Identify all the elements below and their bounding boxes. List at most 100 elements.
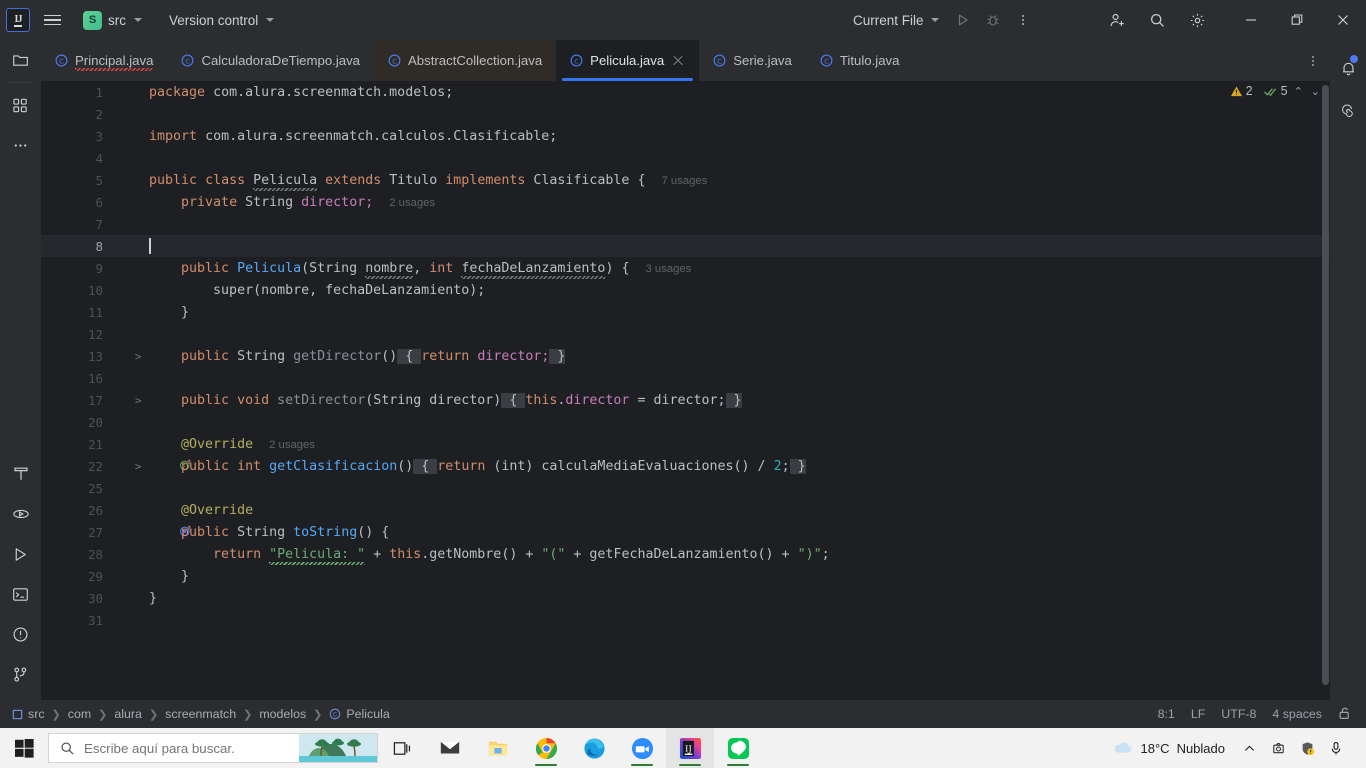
task-view-icon [393, 741, 410, 755]
code-line: 29 } [41, 565, 1330, 587]
taskbar-microsoft-edge[interactable] [570, 728, 618, 768]
line-number: 6 [95, 194, 103, 210]
windows-start-icon[interactable] [0, 728, 48, 768]
line-number: 12 [88, 326, 103, 342]
gear-icon[interactable] [1180, 6, 1214, 34]
intellij-logo-text: IJ [13, 13, 23, 27]
editor-tab-titulo[interactable]: C Titulo.java [806, 40, 914, 81]
warning-count[interactable]: 2 [1230, 84, 1253, 98]
debug-button[interactable] [979, 6, 1007, 34]
taskbar-google-chrome[interactable] [522, 728, 570, 768]
usages-hint[interactable]: 7 usages [662, 175, 708, 187]
sidebar-item-run[interactable] [0, 534, 41, 574]
editor-tab-label: Titulo.java [839, 53, 900, 68]
code-editor[interactable]: 1 package com.alura.screenmatch.modelos;… [41, 81, 1330, 700]
taskbar-intellij-idea[interactable]: IJ [666, 728, 714, 768]
line-separator[interactable]: LF [1191, 707, 1205, 721]
sidebar-item-project[interactable] [0, 40, 41, 80]
run-configuration-selector[interactable]: Current File [845, 9, 947, 32]
line-number: 9 [95, 260, 103, 276]
line-number: 5 [95, 172, 103, 188]
more-options-icon[interactable] [1009, 6, 1037, 34]
taskbar-line[interactable] [714, 728, 762, 768]
minimize-icon[interactable] [1228, 0, 1274, 40]
line-content: import com.alura.screenmatch.calculos.Cl… [149, 128, 558, 144]
fold-marker-icon[interactable]: > [135, 394, 142, 407]
breadcrumb-item-com[interactable]: com [68, 707, 91, 721]
breadcrumb-item-alura[interactable]: alura [114, 707, 142, 721]
file-encoding[interactable]: UTF-8 [1221, 707, 1256, 721]
java-class-icon: C [55, 54, 68, 67]
maximize-icon[interactable] [1274, 0, 1320, 40]
fold-marker-icon[interactable]: > [135, 460, 142, 473]
chevron-down-icon [930, 18, 939, 22]
editor-tab-serie[interactable]: C Serie.java [699, 40, 806, 81]
breadcrumb-item-screenmatch[interactable]: screenmatch [165, 707, 236, 721]
screen-capture-icon[interactable] [1265, 728, 1291, 768]
line-content: package com.alura.screenmatch.modelos; [149, 84, 454, 100]
fold-marker-icon[interactable]: > [135, 350, 142, 363]
editor-vertical-scrollbar[interactable] [1321, 81, 1330, 700]
weather-widget[interactable]: 18°C Nublado [1104, 739, 1233, 757]
security-shield-warning-icon[interactable] [1294, 728, 1320, 768]
sidebar-item-structure[interactable] [0, 85, 41, 125]
text-caret [149, 238, 151, 254]
svg-text:C: C [574, 57, 579, 65]
microphone-icon[interactable] [1323, 728, 1349, 768]
line-content: public void setDirector(String director)… [181, 392, 742, 408]
breadcrumb-item-pelicula[interactable]: C Pelicula [329, 707, 390, 721]
caret-position[interactable]: 8:1 [1158, 707, 1175, 721]
editor-tab-pelicula[interactable]: C Pelicula.java [556, 40, 700, 81]
close-icon[interactable] [1320, 0, 1366, 40]
breadcrumb-item-modelos[interactable]: modelos [259, 707, 306, 721]
show-desktop-button[interactable] [1352, 728, 1360, 768]
ai-assistant-icon[interactable] [1330, 90, 1366, 134]
code-line: 4 [41, 147, 1330, 169]
usages-hint[interactable]: 2 usages [269, 439, 315, 451]
chevron-down-icon [134, 18, 142, 22]
unlocked-icon[interactable] [1338, 706, 1352, 723]
editor-tab-principal[interactable]: C Principal.java [41, 40, 167, 81]
sidebar-item-more-tools[interactable] [0, 125, 41, 165]
editor-tab-abstractcollection[interactable]: C AbstractCollection.java [374, 40, 557, 81]
code-line: 11 } [41, 301, 1330, 323]
code-line: 3 import com.alura.screenmatch.calculos.… [41, 125, 1330, 147]
sidebar-item-problems[interactable] [0, 614, 41, 654]
usages-hint[interactable]: 3 usages [645, 263, 691, 275]
code-line: 21 @Override 2 usages [41, 433, 1330, 455]
editor-tab-calculadoradetiempo[interactable]: C CalculadoraDeTiempo.java [167, 40, 374, 81]
close-tab-icon[interactable] [671, 54, 685, 68]
version-control-menu[interactable]: Version control [161, 10, 282, 31]
folder-icon [488, 741, 508, 756]
search-icon[interactable] [1140, 6, 1174, 34]
notifications-bell-icon[interactable] [1330, 46, 1366, 90]
next-problem-icon[interactable]: ⌄ [1309, 85, 1322, 98]
usages-hint[interactable]: 2 usages [389, 197, 435, 209]
breadcrumb-item-src[interactable]: src [12, 707, 45, 721]
inspections-ok-count[interactable]: 5 [1263, 84, 1288, 98]
status-bar: src ❯ com ❯ alura ❯ screenmatch ❯ modelo… [0, 700, 1366, 728]
project-selector[interactable]: S src [76, 8, 149, 33]
sidebar-item-version-control[interactable] [0, 654, 41, 694]
notification-badge [1350, 55, 1358, 63]
sidebar-item-services[interactable] [0, 494, 41, 534]
search-input[interactable] [84, 740, 299, 756]
scrollbar-thumb[interactable] [1322, 85, 1329, 685]
code-line: 1 package com.alura.screenmatch.modelos; [41, 81, 1330, 103]
add-collaborator-icon[interactable] [1100, 6, 1134, 34]
hamburger-icon[interactable] [38, 6, 66, 34]
line-content: } [149, 590, 158, 606]
taskbar-task-view[interactable] [378, 728, 426, 768]
taskbar-file-explorer[interactable] [474, 728, 522, 768]
run-button[interactable] [949, 6, 977, 34]
code-line: 22 I > public int getClasificacion() { r… [41, 455, 1330, 477]
taskbar-zoom[interactable] [618, 728, 666, 768]
indent-setting[interactable]: 4 spaces [1272, 707, 1322, 721]
tab-list-options-icon[interactable] [1306, 40, 1330, 81]
taskbar-mail[interactable] [426, 728, 474, 768]
previous-problem-icon[interactable]: ⌃ [1292, 85, 1305, 98]
sidebar-item-build[interactable] [0, 454, 41, 494]
show-hidden-icons-chevron-up-icon[interactable] [1236, 728, 1262, 768]
sidebar-item-terminal[interactable] [0, 574, 41, 614]
taskbar-search-box[interactable] [48, 733, 378, 763]
